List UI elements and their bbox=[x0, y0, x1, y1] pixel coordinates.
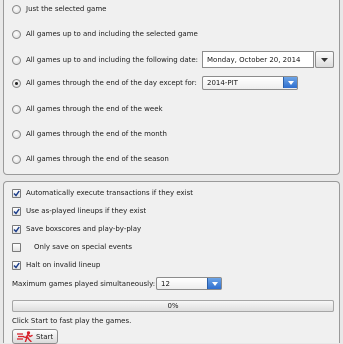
radio-circle[interactable] bbox=[12, 129, 21, 139]
chevron-down-icon bbox=[207, 278, 221, 289]
radio-label: All games through the end of the day exc… bbox=[26, 79, 197, 87]
checkbox-box[interactable] bbox=[12, 242, 21, 252]
radio-label: All games through the end of the season bbox=[26, 155, 169, 163]
radio-label: All games through the end of the week bbox=[26, 105, 163, 113]
fast-forward-runner-icon bbox=[17, 331, 33, 342]
checkmark-icon bbox=[13, 226, 20, 233]
radio-circle[interactable] bbox=[12, 55, 21, 65]
start-button[interactable]: Start bbox=[12, 329, 58, 344]
radio-up-to-selected-game[interactable]: All games up to and including the select… bbox=[12, 28, 198, 40]
scope-panel: Just the selected game All games up to a… bbox=[3, 0, 340, 175]
start-button-label: Start bbox=[36, 332, 54, 341]
checkbox-label: Only save on special events bbox=[34, 243, 133, 251]
checkbox-save-boxscores[interactable]: Save boxscores and play-by-play bbox=[12, 223, 141, 235]
radio-circle[interactable] bbox=[12, 29, 21, 39]
max-games-row: Maximum games played simultaneously: bbox=[12, 278, 155, 290]
checkbox-box[interactable] bbox=[12, 224, 21, 234]
checkbox-box[interactable] bbox=[12, 188, 21, 198]
radio-circle[interactable] bbox=[12, 78, 21, 88]
checkbox-as-played-lineups[interactable]: Use as-played lineups if they exist bbox=[12, 205, 146, 217]
radio-just-selected-game[interactable]: Just the selected game bbox=[12, 3, 106, 15]
checkbox-label: Halt on invalid lineup bbox=[26, 261, 101, 269]
settings-panel: Automatically execute transactions if th… bbox=[3, 181, 340, 344]
checkbox-box[interactable] bbox=[12, 206, 21, 216]
max-games-value: 12 bbox=[161, 279, 170, 288]
checkbox-label: Save boxscores and play-by-play bbox=[26, 225, 142, 233]
max-games-label: Maximum games played simultaneously: bbox=[12, 280, 156, 288]
status-text: Click Start to fast play the games. bbox=[12, 317, 132, 325]
date-value: Monday, October 20, 2014 bbox=[207, 55, 301, 64]
except-select-value: 2014-PIT bbox=[207, 79, 238, 87]
radio-circle[interactable] bbox=[12, 104, 21, 114]
checkmark-icon bbox=[13, 208, 20, 215]
checkbox-label: Automatically execute transactions if th… bbox=[26, 189, 193, 197]
radio-label: All games through the end of the month bbox=[26, 130, 167, 138]
progress-label: 0% bbox=[167, 302, 179, 310]
max-games-select[interactable]: 12 bbox=[156, 277, 222, 290]
checkmark-icon bbox=[13, 190, 20, 197]
checkbox-label: Use as-played lineups if they exist bbox=[26, 207, 147, 215]
radio-end-of-season[interactable]: All games through the end of the season bbox=[12, 153, 169, 165]
radio-end-of-day-except[interactable]: All games through the end of the day exc… bbox=[12, 77, 197, 89]
except-select[interactable]: 2014-PIT bbox=[202, 76, 298, 90]
radio-up-to-date[interactable]: All games up to and including the follow… bbox=[12, 54, 198, 66]
checkbox-auto-transactions[interactable]: Automatically execute transactions if th… bbox=[12, 187, 193, 199]
radio-end-of-week[interactable]: All games through the end of the week bbox=[12, 103, 163, 115]
radio-end-of-month[interactable]: All games through the end of the month bbox=[12, 128, 167, 140]
date-field[interactable]: Monday, October 20, 2014 bbox=[202, 51, 314, 68]
radio-circle[interactable] bbox=[12, 4, 21, 14]
radio-label: Just the selected game bbox=[26, 5, 107, 13]
radio-label: All games up to and including the select… bbox=[26, 30, 198, 38]
checkbox-halt-invalid-lineup[interactable]: Halt on invalid lineup bbox=[12, 259, 100, 271]
chevron-down-icon bbox=[321, 57, 328, 62]
checkmark-icon bbox=[13, 262, 20, 269]
checkbox-box[interactable] bbox=[12, 260, 21, 270]
radio-label: All games up to and including the follow… bbox=[26, 56, 199, 64]
checkbox-special-events[interactable]: Only save on special events bbox=[12, 241, 132, 253]
radio-circle[interactable] bbox=[12, 154, 21, 164]
date-dropdown-button[interactable] bbox=[315, 51, 334, 68]
progress-bar: 0% bbox=[12, 300, 334, 312]
chevron-down-icon bbox=[283, 77, 297, 88]
status-row: Click Start to fast play the games. bbox=[12, 315, 131, 327]
